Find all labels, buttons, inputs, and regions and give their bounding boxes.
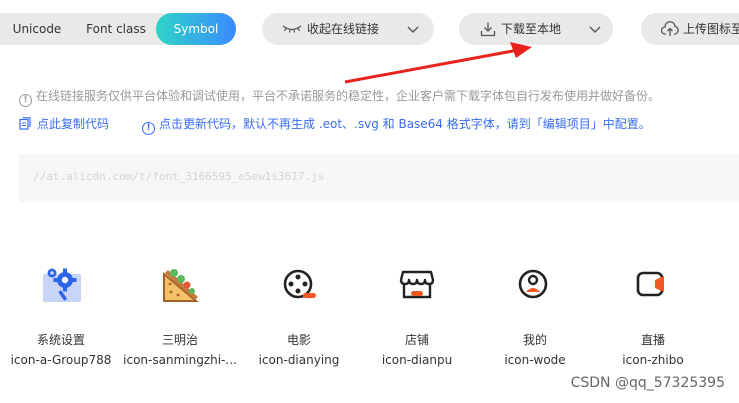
tab-unicode[interactable]: Unicode	[0, 13, 74, 45]
live-icon	[636, 271, 664, 297]
info-icon: !	[19, 94, 32, 107]
info-icon: !	[142, 122, 155, 135]
icon-card[interactable]: 店铺 icon-dianpu	[358, 262, 476, 372]
code-link-text: //at.alicdn.com/t/font_3166595_e5ew1s361…	[33, 170, 325, 183]
settings-icon	[43, 268, 81, 302]
icon-name: 电影	[286, 333, 311, 347]
icon-code: icon-dianying	[258, 353, 340, 367]
user-icon	[518, 269, 548, 299]
cloud-upload-icon	[661, 21, 679, 36]
icon-code: icon-zhibo	[622, 353, 684, 367]
icon-card[interactable]: 三明治 icon-sanmingzhi-...	[121, 262, 239, 372]
upload-icon-label: 上传图标至	[683, 22, 739, 36]
copy-code-link[interactable]: 点此复制代码	[19, 116, 109, 132]
icon-name: 我的	[522, 333, 547, 347]
display-mode-tabs: Unicode Font class Symbol	[0, 13, 236, 45]
annotation-arrow-icon	[344, 42, 532, 84]
icon-card[interactable]: 直播 icon-zhibo	[594, 262, 712, 372]
shop-icon	[399, 270, 435, 299]
update-code-link[interactable]: ! 点击更新代码，默认不再生成 .eot、.svg 和 Base64 格式字体，请…	[142, 116, 651, 135]
watermark: CSDN @qq_57325395	[570, 375, 725, 391]
icon-card[interactable]: 电影 icon-dianying	[240, 262, 358, 372]
chevron-down-icon	[407, 26, 419, 33]
service-disclaimer-text: 在线链接服务仅供平台体验和调试使用，平台不承诺服务的稳定性，企业客户需下载字体包…	[36, 89, 661, 103]
download-icon	[480, 22, 496, 37]
collapse-online-link-button[interactable]: 收起在线链接	[262, 13, 434, 45]
icon-name: 店铺	[404, 333, 429, 347]
icon-code: icon-wode	[504, 353, 566, 367]
update-code-label: 点击更新代码，默认不再生成 .eot、.svg 和 Base64 格式字体，请到…	[159, 117, 651, 131]
icon-card[interactable]: 我的 icon-wode	[476, 262, 594, 372]
icon-name: 系统设置	[36, 333, 85, 347]
copy-code-label: 点此复制代码	[37, 117, 110, 131]
film-reel-icon	[283, 269, 316, 299]
tab-font-class[interactable]: Font class	[80, 13, 152, 45]
copy-icon	[19, 117, 31, 130]
eye-closed-icon	[282, 25, 302, 33]
sandwich-icon	[163, 269, 199, 302]
icon-card[interactable]: 系统设置 icon-a-Group788	[2, 262, 120, 372]
collapse-online-link-label: 收起在线链接	[307, 22, 380, 36]
chevron-down-icon	[589, 26, 601, 33]
download-to-local-label: 下载至本地	[501, 22, 562, 36]
icon-name: 直播	[640, 333, 665, 347]
download-to-local-button[interactable]: 下载至本地	[459, 13, 613, 45]
code-link-box[interactable]: //at.alicdn.com/t/font_3166595_e5ew1s361…	[19, 154, 739, 202]
tab-symbol[interactable]: Symbol	[156, 13, 236, 45]
icon-code: icon-dianpu	[381, 353, 453, 367]
icon-name: 三明治	[161, 333, 198, 347]
icon-code: icon-a-Group788	[10, 353, 112, 367]
upload-icon-button[interactable]: 上传图标至	[641, 13, 739, 45]
service-disclaimer: ! 在线链接服务仅供平台体验和调试使用，平台不承诺服务的稳定性，企业客户需下载字体…	[19, 88, 660, 107]
icon-code: icon-sanmingzhi-...	[123, 353, 237, 367]
